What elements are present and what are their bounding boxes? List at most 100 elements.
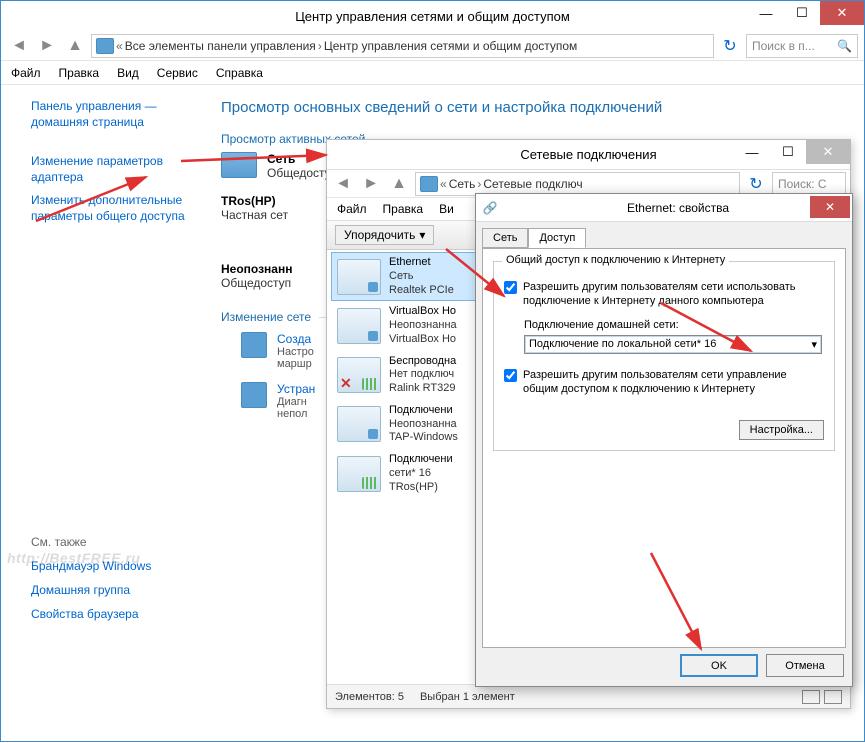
chevron-right-icon: ›	[318, 39, 322, 53]
menu-help[interactable]: Справка	[216, 66, 263, 80]
view-details-icon[interactable]	[802, 690, 820, 704]
c2-d2: непол	[277, 408, 315, 420]
organize-label: Упорядочить	[344, 228, 415, 242]
change-label-text: Изменение сете	[221, 310, 311, 324]
sidebar-l1b: адаптера	[31, 170, 83, 184]
crumb-2[interactable]: Центр управления сетями и общим доступом	[324, 39, 578, 53]
control-panel-icon	[96, 38, 114, 54]
ad2-l3: Ralink RT329	[389, 382, 456, 396]
w3-close-button[interactable]: ✕	[810, 196, 850, 218]
c2-d1: Диагн	[277, 396, 315, 408]
ad4-name: Подключени	[389, 453, 453, 467]
allow-sharing-checkbox[interactable]	[504, 281, 517, 294]
net3-name: Неопознанн	[221, 262, 292, 276]
chevron-down-icon: ▾	[419, 228, 425, 242]
w2-statusbar: Элементов: 5 Выбран 1 элемент	[327, 684, 850, 708]
ok-button[interactable]: OK	[680, 654, 758, 677]
ad0-name: Ethernet	[389, 256, 454, 270]
organize-button[interactable]: Упорядочить ▾	[335, 225, 434, 245]
dialog-buttons: OK Отмена	[476, 654, 852, 685]
w3-titlebar: 🔗 Ethernet: свойства ✕	[476, 194, 852, 222]
ethernet-props-icon: 🔗	[476, 201, 504, 215]
address-bar[interactable]: « Все элементы панели управления › Центр…	[91, 34, 714, 58]
settings-button[interactable]: Настройка...	[739, 420, 824, 440]
allow-control-row: Разрешить другим пользователям сети упра…	[504, 368, 824, 397]
menu-edit[interactable]: Правка	[59, 66, 100, 80]
w2-chevron-right-icon: ›	[477, 177, 481, 191]
w1-title: Центр управления сетями и общим доступом	[1, 9, 864, 24]
home-connection-combo[interactable]: Подключение по локальной сети* 16 ▾	[524, 335, 822, 354]
allow-control-label[interactable]: Разрешить другим пользователям сети упра…	[523, 368, 824, 397]
w2-search[interactable]: Поиск: С	[772, 172, 846, 196]
local16-adapter-icon	[337, 456, 381, 492]
cancel-button[interactable]: Отмена	[766, 654, 844, 677]
forward-arrow-icon[interactable]: ►	[35, 34, 59, 58]
sidebar-home-l1: Панель управления —	[31, 99, 157, 113]
sidebar-l2b: параметры общего доступа	[31, 209, 185, 223]
close-button[interactable]: ✕	[820, 1, 864, 25]
w1-window-buttons: — ☐ ✕	[748, 1, 864, 25]
w2-fwd-icon[interactable]: ►	[359, 172, 383, 196]
refresh-icon[interactable]: ↻	[718, 34, 742, 58]
c1-d1: Настро	[277, 346, 314, 358]
ad4-l2: сети* 16	[389, 467, 453, 481]
w2-back-icon[interactable]: ◄	[331, 172, 355, 196]
menu-tools[interactable]: Сервис	[157, 66, 198, 80]
tab-sharing[interactable]: Доступ	[528, 228, 586, 248]
w3-title: Ethernet: свойства	[504, 201, 852, 215]
ad3-name: Подключени	[389, 404, 458, 418]
crumb-1[interactable]: Все элементы панели управления	[125, 39, 316, 53]
troubleshoot-icon	[241, 382, 267, 408]
w2-crumb1[interactable]: Сеть	[449, 177, 476, 191]
back-arrow-icon[interactable]: ◄	[7, 34, 31, 58]
search-placeholder: Поиск в п...	[752, 39, 833, 53]
net2-name: TRos(HP)	[221, 194, 288, 208]
w2-chevron-left-icon: «	[440, 177, 447, 191]
tap-adapter-icon	[337, 406, 381, 442]
w2-minimize[interactable]: —	[734, 140, 770, 164]
ad1-l2: Неопознанна	[389, 319, 457, 333]
tab-network[interactable]: Сеть	[482, 228, 528, 248]
w2-maximize[interactable]: ☐	[770, 140, 806, 164]
ics-group: Общий доступ к подключению к Интернету Р…	[493, 261, 835, 451]
w2-address-bar[interactable]: « Сеть › Сетевые подключ	[415, 172, 740, 196]
w2-up-icon[interactable]: ▲	[387, 172, 411, 196]
network-folder-icon	[420, 176, 438, 192]
allow-control-checkbox[interactable]	[504, 369, 517, 382]
see-also-label: См. также	[31, 535, 201, 549]
allow-sharing-row: Разрешить другим пользователям сети испо…	[504, 280, 824, 309]
allow-sharing-label[interactable]: Разрешить другим пользователям сети испо…	[523, 280, 824, 309]
net3-type: Общедоступ	[221, 276, 291, 290]
w2-refresh-icon[interactable]: ↻	[744, 172, 768, 196]
w2-titlebar: Сетевые подключения — ☐ ✕	[327, 140, 850, 170]
ad3-l3: TAP-Windows	[389, 431, 458, 445]
home-connection-label: Подключение домашней сети:	[524, 319, 824, 331]
crumb-chevron: «	[116, 39, 123, 53]
w1-titlebar: Центр управления сетями и общим доступом…	[1, 1, 864, 31]
maximize-button[interactable]: ☐	[784, 1, 820, 25]
sidebar-l2a: Изменить дополнительные	[31, 193, 182, 207]
view-tiles-icon[interactable]	[824, 690, 842, 704]
sharing-panel: Общий доступ к подключению к Интернету Р…	[482, 248, 846, 648]
ad0-l2: Сеть	[389, 270, 454, 284]
w2-close[interactable]: ✕	[806, 140, 850, 164]
menu-view[interactable]: Вид	[117, 66, 139, 80]
up-arrow-icon[interactable]: ▲	[63, 34, 87, 58]
related-browser[interactable]: Свойства браузера	[31, 607, 201, 621]
sidebar-l1a: Изменение параметров	[31, 154, 163, 168]
search-box[interactable]: Поиск в п... 🔍	[746, 34, 858, 58]
status-count: Элементов: 5	[335, 691, 404, 703]
sidebar-sharing-settings[interactable]: Изменить дополнительные параметры общего…	[31, 193, 201, 224]
w2-crumb2[interactable]: Сетевые подключ	[483, 177, 582, 191]
minimize-button[interactable]: —	[748, 1, 784, 25]
w2-menu-view[interactable]: Ви	[439, 202, 454, 216]
ad3-l2: Неопознанна	[389, 418, 458, 432]
ad1-name: VirtualBox Hо	[389, 305, 457, 319]
sidebar-adapter-settings[interactable]: Изменение параметров адаптера	[31, 154, 201, 185]
sidebar-home[interactable]: Панель управления — домашняя страница	[31, 99, 201, 130]
menu-file[interactable]: Файл	[11, 66, 41, 80]
related-homegroup[interactable]: Домашняя группа	[31, 583, 201, 597]
c1-title: Созда	[277, 332, 314, 346]
w2-menu-file[interactable]: Файл	[337, 202, 367, 216]
w2-menu-edit[interactable]: Правка	[383, 202, 424, 216]
